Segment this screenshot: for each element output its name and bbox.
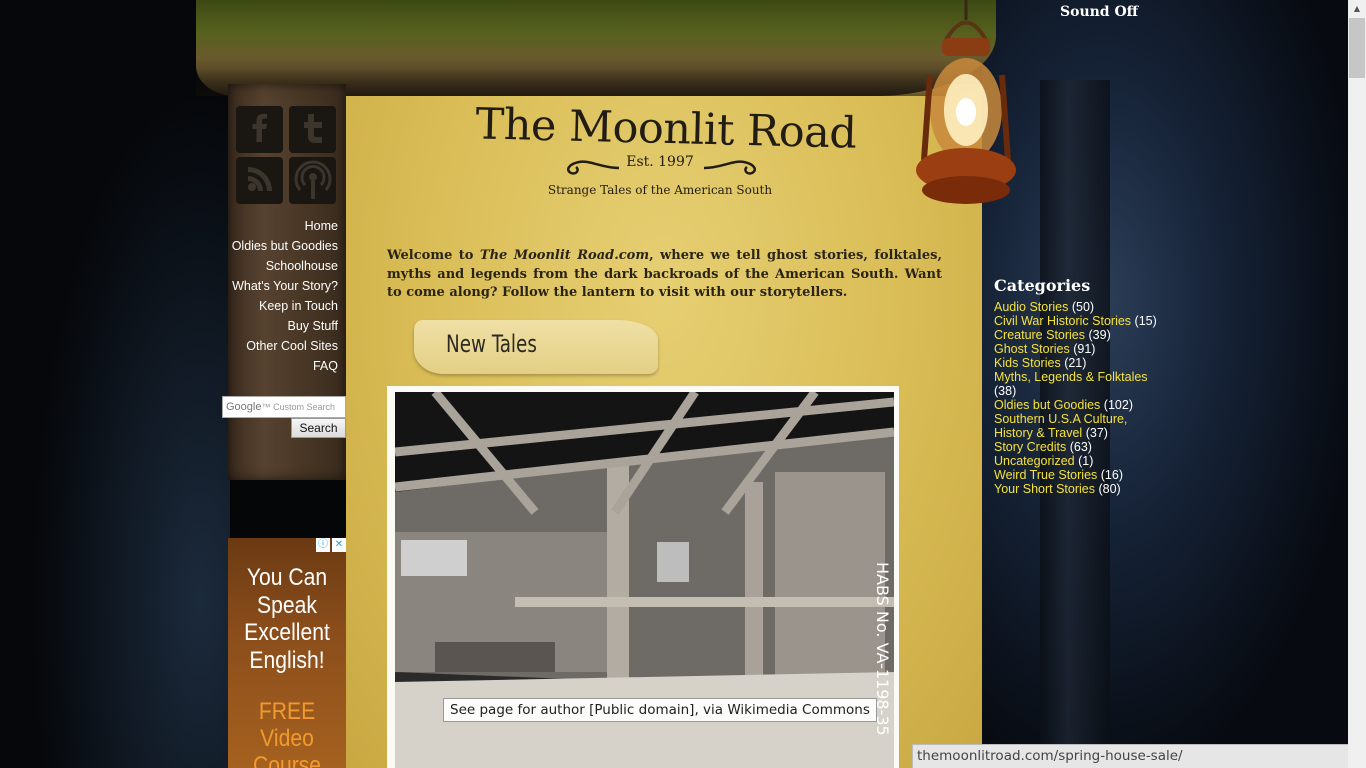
scroll-up-icon[interactable]: ▲	[1348, 0, 1366, 18]
lantern-icon[interactable]	[906, 0, 1026, 205]
category-link[interactable]: Your Short Stories	[994, 482, 1095, 496]
site-title[interactable]: The Moonlit Road	[465, 99, 866, 159]
category-count: (63)	[1069, 440, 1092, 454]
category-count: (80)	[1098, 482, 1121, 496]
facebook-button[interactable]	[236, 106, 283, 153]
category-link[interactable]: Kids Stories	[994, 356, 1061, 370]
category-item: Your Short Stories (80)	[994, 482, 1164, 496]
ad-info-icon[interactable]: ⓘ	[316, 538, 330, 552]
ad-subtext: FREE Video Course	[252, 698, 322, 768]
right-flourish-icon	[703, 160, 756, 175]
category-link[interactable]: Oldies but Goodies	[994, 398, 1100, 412]
welcome-site-name: The Moonlit Road.com	[479, 248, 650, 263]
nav-item-other-cool-sites[interactable]: Other Cool Sites	[228, 336, 338, 356]
category-link[interactable]: Weird True Stories	[994, 468, 1097, 482]
site-tagline: Strange Tales of the American South	[547, 183, 773, 197]
category-count: (16)	[1100, 468, 1123, 482]
category-link[interactable]: Creature Stories	[994, 328, 1085, 342]
main-nav: Home Oldies but Goodies Schoolhouse What…	[228, 216, 338, 376]
category-count: (21)	[1064, 356, 1087, 370]
category-item: Kids Stories (21)	[994, 356, 1164, 370]
nav-item-home[interactable]: Home	[228, 216, 338, 236]
category-count: (1)	[1078, 454, 1094, 468]
ad-close-icon[interactable]: ✕	[332, 538, 346, 552]
twitter-button[interactable]	[289, 106, 336, 153]
search-placeholder: Custom Search	[273, 402, 336, 412]
night-forest-left	[0, 0, 230, 768]
nav-item-faq[interactable]: FAQ	[228, 356, 338, 376]
category-count: (102)	[1103, 398, 1133, 412]
new-tales-banner: New Tales	[414, 320, 658, 374]
mossy-branch-header	[196, 0, 996, 96]
nav-item-whats-your-story[interactable]: What's Your Story?	[228, 276, 338, 296]
facebook-icon	[240, 108, 280, 152]
twitter-icon	[293, 108, 333, 152]
category-link[interactable]: Audio Stories	[994, 300, 1068, 314]
categories-list: Audio Stories (50) Civil War Historic St…	[994, 300, 1164, 496]
podcast-button[interactable]	[289, 157, 336, 204]
rss-button[interactable]	[236, 157, 283, 204]
category-item: Ghost Stories (91)	[994, 342, 1164, 356]
vertical-scrollbar[interactable]	[1348, 0, 1366, 768]
category-item: Civil War Historic Stories (15)	[994, 314, 1164, 328]
category-link[interactable]: Myths, Legends & Folktales	[994, 370, 1148, 384]
category-item: Myths, Legends & Folktales (38)	[994, 370, 1164, 398]
category-link[interactable]: Uncategorized	[994, 454, 1075, 468]
category-link[interactable]: Story Credits	[994, 440, 1066, 454]
sound-toggle[interactable]: Sound Off	[1060, 4, 1138, 20]
nav-item-schoolhouse[interactable]: Schoolhouse	[228, 256, 338, 276]
advertisement[interactable]: ⓘ ✕ You Can Speak Excellent English! FRE…	[228, 538, 346, 768]
photo-caption-tooltip: See page for author [Public domain], via…	[443, 698, 877, 722]
category-item: Oldies but Goodies (102)	[994, 398, 1164, 412]
welcome-prefix: Welcome to	[387, 248, 480, 263]
category-item: Southern U.S.A Culture, History & Travel…	[994, 412, 1164, 440]
ad-headline: You Can Speak Excellent English!	[244, 564, 330, 674]
category-count: (38)	[994, 384, 1017, 398]
rss-icon	[240, 159, 280, 203]
new-tales-heading: New Tales	[446, 330, 537, 358]
category-item: Story Credits (63)	[994, 440, 1164, 454]
categories-heading: Categories	[994, 276, 1091, 295]
search-input[interactable]: Google™ Custom Search	[222, 396, 346, 418]
nav-item-oldies-but-goodies[interactable]: Oldies but Goodies	[228, 236, 338, 256]
search-button[interactable]: Search	[291, 418, 346, 438]
category-link[interactable]: Civil War Historic Stories	[994, 314, 1131, 328]
welcome-text: Welcome to The Moonlit Road.com, where w…	[387, 247, 942, 303]
google-logo: Google	[226, 401, 262, 413]
category-item: Creature Stories (39)	[994, 328, 1164, 342]
category-count: (37)	[1085, 426, 1108, 440]
social-links	[236, 106, 336, 204]
category-item: Uncategorized (1)	[994, 454, 1164, 468]
category-link[interactable]: Ghost Stories	[994, 342, 1070, 356]
category-count: (91)	[1073, 342, 1096, 356]
category-count: (50)	[1071, 300, 1095, 314]
nav-item-keep-in-touch[interactable]: Keep in Touch	[228, 296, 338, 316]
category-item: Audio Stories (50)	[994, 300, 1164, 314]
category-count: (15)	[1134, 314, 1157, 328]
status-bar-url: themoonlitroad.com/spring-house-sale/	[912, 744, 1366, 768]
nav-item-buy-stuff[interactable]: Buy Stuff	[228, 316, 339, 336]
ad-controls: ⓘ ✕	[316, 538, 346, 552]
category-item: Weird True Stories (16)	[994, 468, 1164, 482]
scrollbar-thumb[interactable]	[1349, 18, 1365, 78]
category-count: (39)	[1088, 328, 1111, 342]
podcast-icon	[291, 157, 335, 205]
